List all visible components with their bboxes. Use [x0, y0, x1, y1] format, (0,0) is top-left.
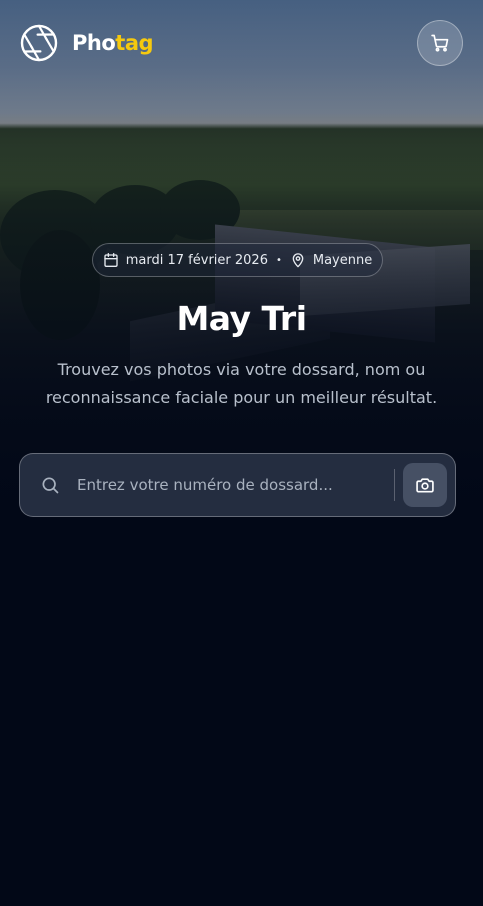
event-location: Mayenne: [290, 252, 372, 268]
event-meta-pill: mardi 17 février 2026 • Mayenne: [92, 243, 383, 277]
brand[interactable]: Photag: [20, 24, 154, 62]
event-subtitle: Trouvez vos photos via votre dossard, no…: [45, 360, 438, 407]
cart-icon: [431, 34, 449, 52]
header: Photag: [20, 20, 463, 66]
meta-separator: •: [275, 254, 282, 266]
calendar-icon: [104, 253, 118, 267]
event-date-text: mardi 17 février 2026: [125, 252, 268, 268]
brand-name-accent: tag: [115, 31, 154, 55]
brand-name: Photag: [72, 31, 154, 55]
cart-button[interactable]: [417, 20, 463, 66]
search-icon: [42, 477, 59, 494]
location-pin-icon: [292, 253, 304, 268]
bib-number-search-input[interactable]: [75, 464, 394, 506]
event-location-text: Mayenne: [312, 252, 373, 268]
search-bar: [19, 453, 456, 517]
brand-name-main: Pho: [72, 31, 116, 55]
camera-icon: [416, 478, 434, 493]
search-divider: [394, 469, 395, 501]
event-date: mardi 17 février 2026: [103, 252, 268, 268]
face-search-camera-button[interactable]: [403, 463, 447, 507]
page: Photag mardi 17 février 2026 • Mayenne M…: [0, 0, 483, 906]
event-title: May Tri: [176, 299, 307, 338]
aperture-icon: [20, 24, 58, 62]
